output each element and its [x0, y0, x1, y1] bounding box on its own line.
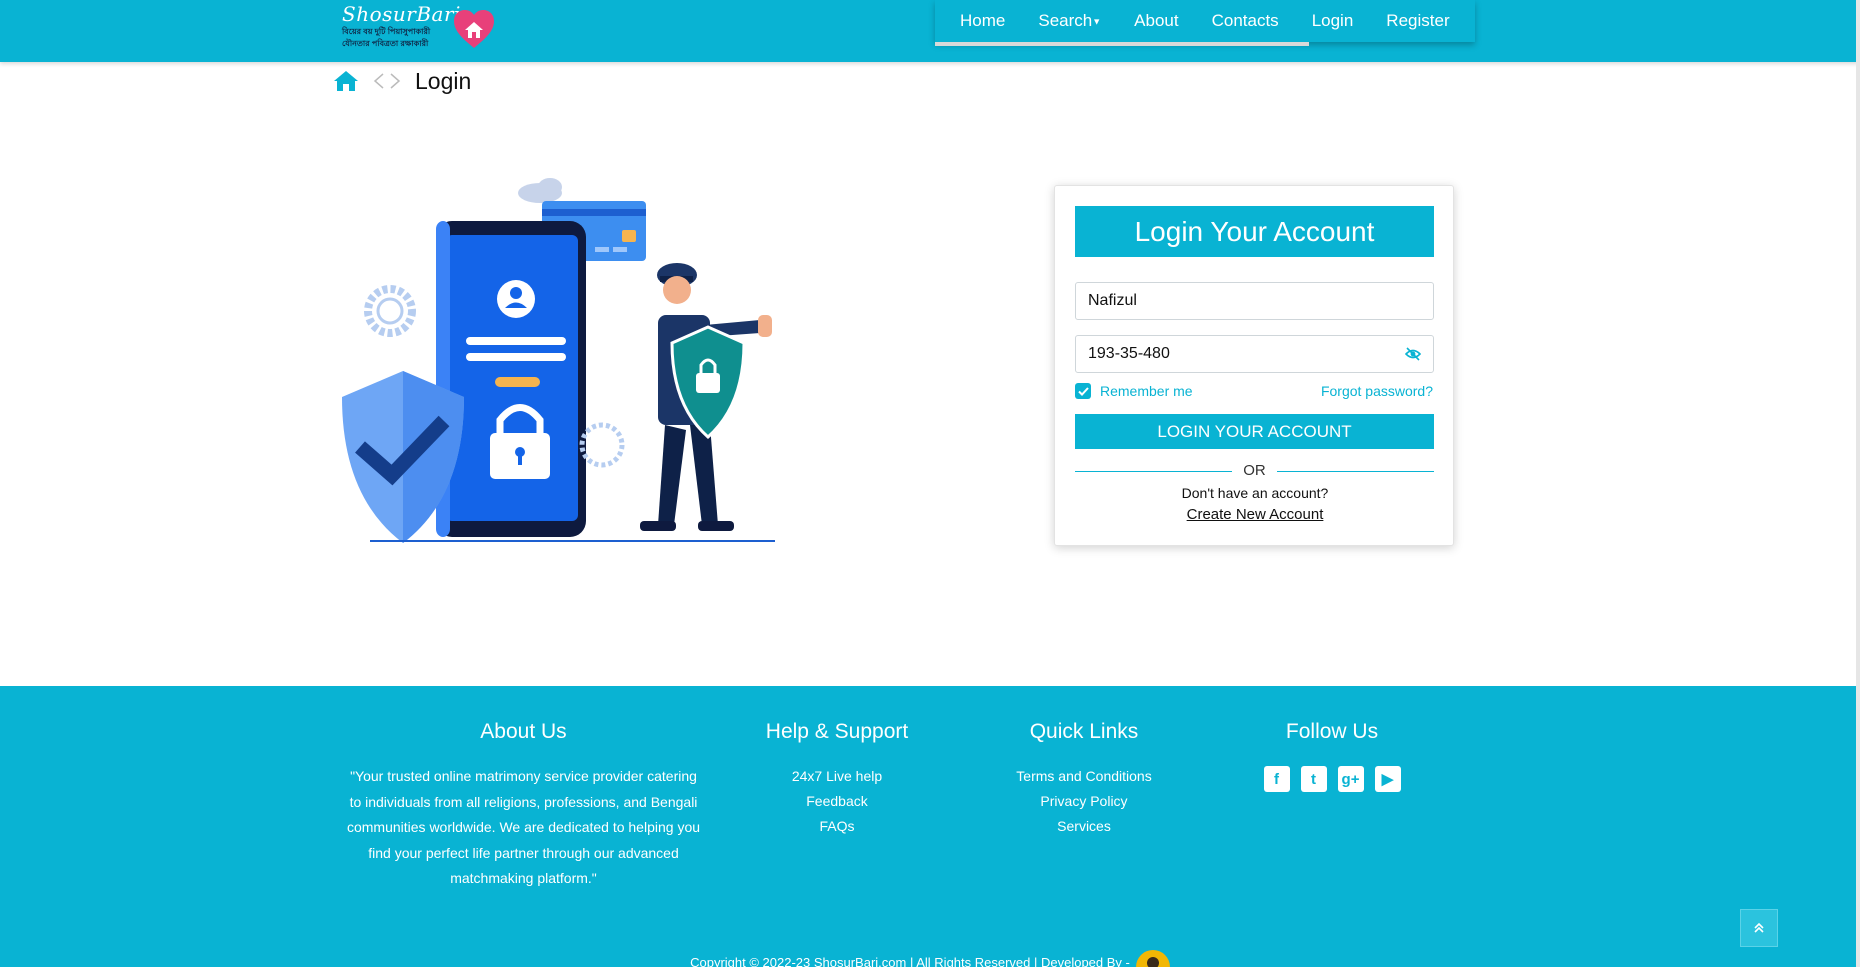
footer-help: Help & Support 24x7 Live help Feedback F… [737, 720, 937, 839]
breadcrumb-current: Login [415, 67, 472, 94]
footer-link-faqs[interactable]: FAQs [737, 814, 937, 839]
password-value: 193-35-480 [1088, 345, 1170, 362]
google-plus-icon[interactable]: g+ [1337, 766, 1364, 792]
twitter-icon[interactable]: t [1300, 766, 1327, 792]
footer-follow-heading: Follow Us [1285, 720, 1379, 743]
nav-home[interactable]: Home [960, 11, 1005, 31]
footer-about-heading: About Us [480, 720, 567, 743]
security-illustration [342, 178, 775, 543]
copyright-bar: Copyright © 2022-23 ShosurBari.com | All… [0, 940, 1860, 967]
developer-avatar[interactable] [1135, 950, 1170, 967]
check-icon [1077, 386, 1089, 396]
home-icon[interactable] [333, 69, 359, 93]
breadcrumb-separator-icon [373, 73, 401, 89]
caret-down-icon: ▼ [1092, 16, 1102, 27]
facebook-icon[interactable]: f [1263, 766, 1290, 792]
create-account-link[interactable]: Create New Account [1055, 506, 1455, 523]
username-input[interactable]: Nafizul [1075, 282, 1434, 320]
nav-indicator [935, 42, 1309, 46]
remember-me[interactable]: Remember me [1075, 383, 1193, 399]
footer-about-text: "Your trusted online matrimony service p… [346, 768, 701, 886]
footer-about: About Us "Your trusted online matrimony … [345, 720, 702, 892]
person-icon [1146, 957, 1159, 967]
no-account-text: Don't have an account? [1181, 485, 1329, 501]
remember-label: Remember me [1100, 383, 1193, 399]
logo-tagline: বিয়ের বয় দুটি পিয়াসুপাকারী যৌনতার পবি… [342, 27, 431, 48]
footer-link-live-help[interactable]: 24x7 Live help [737, 764, 937, 789]
divider-line-right [1277, 471, 1434, 472]
heart-home-icon [454, 10, 494, 48]
login-submit-button[interactable]: LOGIN YOUR ACCOUNT [1075, 414, 1434, 449]
nav-login[interactable]: Login [1312, 11, 1354, 31]
footer-link-privacy[interactable]: Privacy Policy [984, 789, 1184, 814]
eye-slash-icon[interactable] [1405, 347, 1421, 361]
footer-link-feedback[interactable]: Feedback [737, 789, 937, 814]
breadcrumb: Login [333, 66, 471, 96]
nav-contacts[interactable]: Contacts [1212, 11, 1279, 31]
double-chevron-up-icon [1754, 922, 1764, 933]
login-card: Login Your Account Nafizul 193-35-480 Re… [1054, 185, 1454, 546]
or-divider: OR [1075, 461, 1434, 481]
copyright-text: Copyright © 2022-23 ShosurBari.com | All… [690, 954, 1130, 967]
nav-register[interactable]: Register [1386, 11, 1449, 31]
footer-quick-heading: Quick Links [1029, 720, 1139, 743]
footer-quick-links: Quick Links Terms and Conditions Privacy… [984, 720, 1184, 839]
logo-wordmark: ShosurBari [342, 2, 461, 26]
youtube-icon[interactable]: ▶ [1374, 766, 1401, 792]
scroll-to-top-button[interactable] [1740, 909, 1778, 947]
vertical-scrollbar[interactable] [1856, 0, 1860, 967]
site-logo[interactable]: ShosurBari বিয়ের বয় দুটি পিয়াসুপাকারী… [340, 2, 496, 54]
top-header: ShosurBari বিয়ের বয় দুটি পিয়াসুপাকারী… [0, 0, 1860, 62]
main-nav: Home Search▼ About Contacts Login Regist… [935, 0, 1475, 42]
nav-about[interactable]: About [1134, 11, 1178, 31]
footer-link-services[interactable]: Services [984, 814, 1184, 839]
footer: About Us "Your trusted online matrimony … [0, 686, 1860, 967]
footer-follow: Follow Us f t g+ ▶ [1232, 720, 1432, 792]
footer-help-heading: Help & Support [765, 720, 909, 743]
forgot-password-link[interactable]: Forgot password? [1321, 383, 1433, 399]
remember-checkbox[interactable] [1075, 383, 1091, 399]
nav-search-label: Search [1038, 11, 1093, 30]
login-card-title: Login Your Account [1075, 206, 1434, 257]
footer-link-terms[interactable]: Terms and Conditions [984, 764, 1184, 789]
password-input[interactable]: 193-35-480 [1075, 335, 1434, 373]
nav-search[interactable]: Search▼ [1038, 11, 1101, 31]
